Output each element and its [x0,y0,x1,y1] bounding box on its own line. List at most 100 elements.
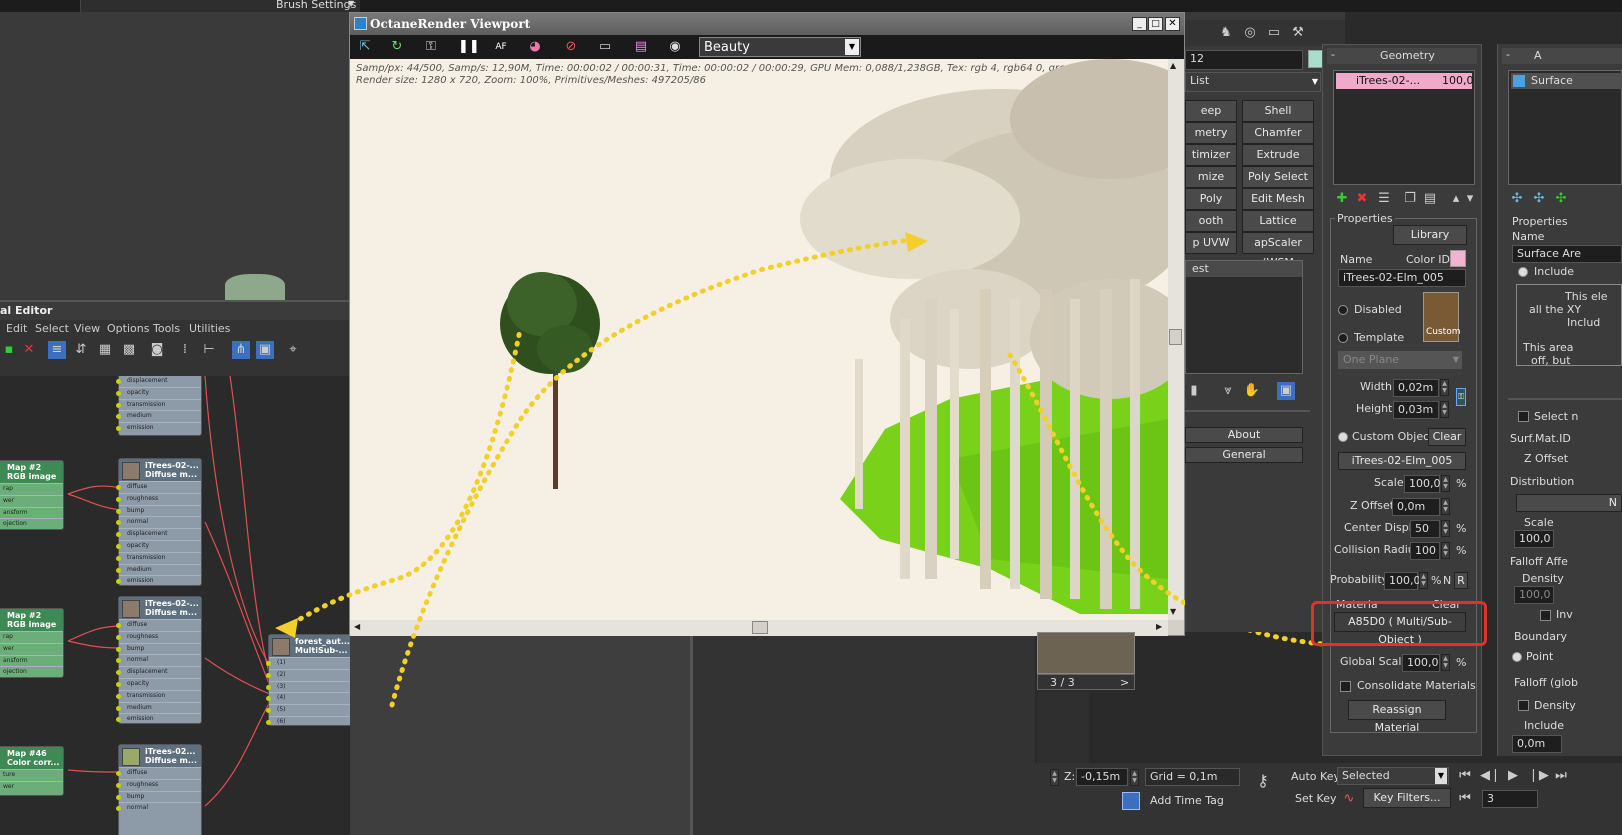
probability-field[interactable]: 100,0 [1384,572,1421,590]
node-slot[interactable]: (4) [266,692,350,704]
scale-field[interactable]: 100,0 [1404,475,1441,493]
add-time-tag-icon[interactable] [1122,792,1140,810]
vertical-scrollbar-track[interactable]: ▲ ▼ [1168,59,1184,620]
hand-icon[interactable]: ✋ [1243,382,1261,400]
set-key-icon[interactable]: ⚷ [1254,772,1272,790]
motion-tab-icon[interactable]: ◎ [1241,24,1259,42]
node-slot[interactable]: (6) [266,715,350,728]
geometry-rollout-header[interactable]: - Geometry [1327,48,1477,64]
scroll-left-icon[interactable]: ◀ [354,622,360,631]
close-button[interactable]: ✕ [1165,17,1180,31]
perspective-viewport[interactable] [350,636,690,835]
menu-utilities[interactable]: Utilities [189,322,230,335]
surface-list-item[interactable]: Surface [1511,73,1622,89]
maximize-button[interactable]: □ [1148,17,1163,31]
menu-view[interactable]: View [74,322,100,335]
about-rollout[interactable]: About [1185,427,1303,443]
node-slot[interactable]: roughness [116,492,201,505]
node-slot[interactable]: wer [0,494,63,507]
set-key-button[interactable]: Set Key [1295,792,1337,805]
node-slot[interactable]: normal [116,654,201,666]
pager-next-button[interactable]: > [1120,676,1129,689]
name-field[interactable]: iTrees-02-Elm_005 [1338,269,1466,287]
node-slot[interactable]: normal [116,802,201,814]
modifier-button[interactable]: p UVW [1185,232,1237,254]
menu-select[interactable]: Select [35,322,69,335]
node-slot[interactable]: roughness [116,630,201,643]
node-slot[interactable]: transmission [116,398,201,411]
diffuse-material-node-a[interactable]: iTrees-02-... Diffuse m... diffuse roughn… [116,458,202,587]
material-node-top[interactable]: displacement opacity transmission medium… [116,376,202,436]
lattice-button[interactable]: Lattice [1242,210,1314,232]
custom-thumbnail[interactable]: Custom [1423,292,1460,342]
node-slot[interactable]: displacement [116,376,201,387]
map-node-rgb-a[interactable]: Map #2 RGB image rap wer ansform ojection [0,460,64,530]
plane-select[interactable]: One Plane ▼ [1338,351,1462,369]
arrange-icon[interactable]: ⇵ [72,341,90,359]
node-slot[interactable]: rap [0,483,63,495]
invert-checkbox[interactable] [1540,610,1551,621]
custom-object-radio[interactable] [1338,432,1348,442]
r-toggle[interactable]: R [1454,572,1468,589]
modifier-button[interactable]: mize [1185,166,1237,188]
width-spinner[interactable]: ▲ ▼ [1440,379,1449,396]
menu-options[interactable]: Options [107,322,149,335]
z-spinner[interactable]: ▲ ▼ [1130,769,1139,786]
render-canvas[interactable]: Samp/px: 44/500, Samp/s: 12,90M, Time: 0… [350,59,1168,620]
tree-icon[interactable]: ⊢ [200,341,218,359]
node-slot[interactable]: rap [0,631,63,643]
modifier-button[interactable]: timizer [1185,144,1237,166]
height-field[interactable]: 0,03m [1393,401,1439,419]
scroll-right-icon[interactable]: ▶ [1156,622,1162,631]
node-slot[interactable]: opacity [116,677,201,690]
thumbnail-preview[interactable] [1037,632,1135,674]
node-slot[interactable]: medium [116,410,201,422]
node-slot[interactable]: (1) [266,657,350,669]
global-scale-field[interactable]: 100,0 [1402,654,1440,672]
node-slot[interactable]: emission [116,575,201,587]
pin-icon[interactable]: ▮ [1185,382,1203,400]
disabled-radio[interactable] [1338,305,1348,315]
density-field[interactable]: 100,0 [1514,586,1554,604]
shell-button[interactable]: Shell [1242,100,1314,122]
z-coord-field[interactable]: -0,15m [1076,768,1128,786]
include-radio[interactable] [1518,267,1528,277]
node-slot[interactable]: (3) [266,680,350,693]
delete-icon[interactable]: ✕ [20,341,38,359]
node-slot[interactable]: bump [116,642,201,655]
scroll-down-icon[interactable]: ▼ [1170,607,1176,616]
checker-icon[interactable]: ▩ [120,341,138,359]
display-tab-icon[interactable]: ▭ [1265,24,1283,42]
menu-tools[interactable]: Tools [153,322,180,335]
preview-icon[interactable]: ◙ [148,341,166,359]
previous-frame-icon[interactable]: ◀❘ [1480,767,1501,785]
reassign-material-button[interactable]: Reassign Material [1348,700,1446,734]
surface-list[interactable]: Surface [1508,70,1622,185]
node-graph[interactable]: displacement opacity transmission medium… [0,376,350,835]
brush-settings-menu[interactable]: Brush Settings ▼ [80,0,360,12]
layout-icon[interactable]: ≡ [48,341,66,359]
copy-icon[interactable]: ❐ [1401,190,1419,208]
node-slot[interactable]: ansform [0,506,63,519]
global-scale-spinner[interactable]: ▲ ▼ [1441,654,1450,671]
key-mode-icon[interactable]: ⏮ [1456,790,1474,808]
add-icon[interactable]: ✚ [1333,190,1351,208]
node-slot[interactable]: ansform [0,654,63,667]
chamfer-button[interactable]: Chamfer [1242,122,1314,144]
node-slot[interactable]: normal [116,516,201,528]
node-slot[interactable]: (5) [266,704,350,716]
current-frame-field[interactable]: 3 [1482,790,1538,808]
consolidate-checkbox[interactable] [1340,681,1351,692]
node-slot[interactable]: ture [0,769,63,781]
vertical-scroll-thumb[interactable] [1169,329,1182,345]
pick-surface-icon[interactable]: ✣ [1530,190,1548,208]
monitor-icon[interactable]: ▭ [596,38,614,56]
save-image-icon[interactable]: ▤ [632,38,650,56]
modifier-button[interactable]: eep [1185,100,1237,122]
n-toggle[interactable]: N [1443,574,1451,587]
node-slot[interactable]: medium [116,563,201,576]
modifier-button[interactable]: Poly [1185,188,1237,210]
y-spinner[interactable]: ▲ ▼ [1050,769,1059,786]
node-slot[interactable]: emission [116,713,201,725]
map-node-rgb-b[interactable]: Map #2 RGB image rap wer ansform ojection [0,608,64,678]
